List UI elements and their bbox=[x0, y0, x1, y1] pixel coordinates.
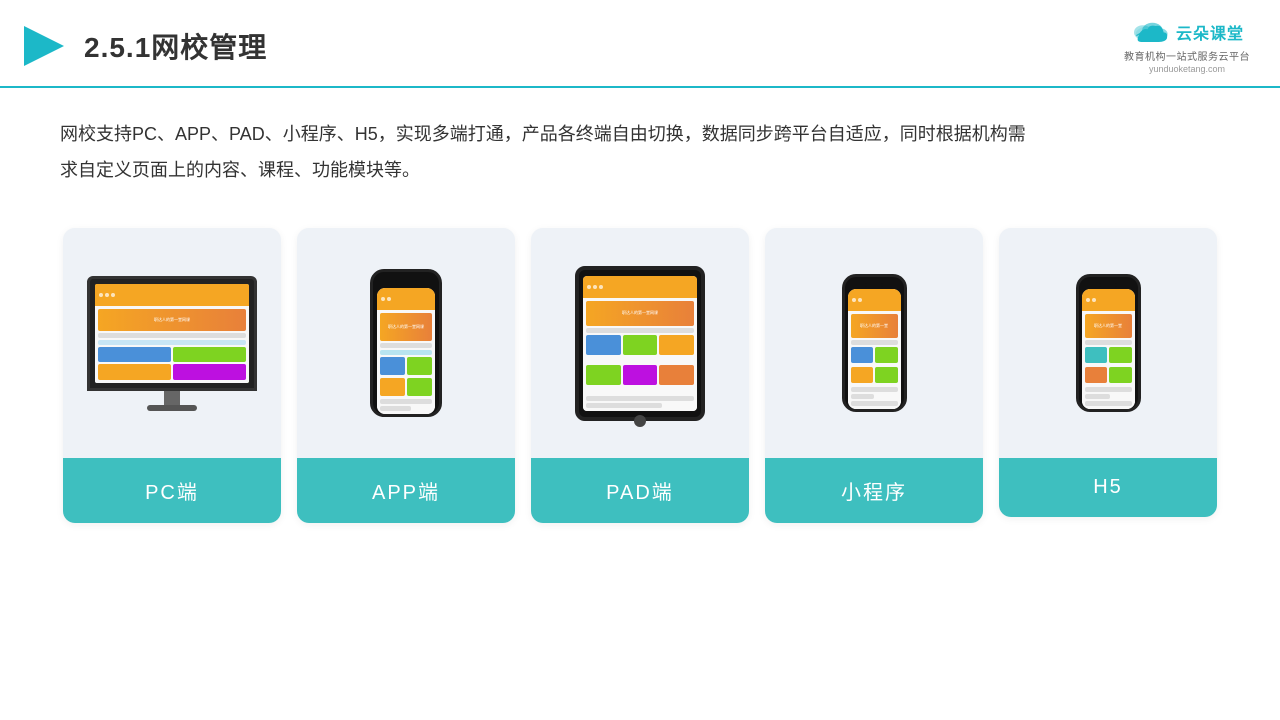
card-h5-image: 职达人的第一堂 bbox=[999, 228, 1217, 458]
cloud-icon bbox=[1130, 18, 1170, 46]
tablet-frame: 职达人的第一堂网课 bbox=[575, 266, 705, 421]
page-title: 2.5.1网校管理 bbox=[84, 26, 267, 66]
phone-small-screen-h5: 职达人的第一堂 bbox=[1082, 289, 1135, 409]
phone-small-notch-mp bbox=[865, 283, 883, 287]
card-miniprogram: 职达人的第一堂 bbox=[765, 228, 983, 523]
description-text: 网校支持PC、APP、PAD、小程序、H5，实现多端打通，产品各终端自由切换，数… bbox=[0, 88, 1100, 198]
logo-domain: yunduoketang.com bbox=[1149, 64, 1225, 74]
phone-small-screen-mp: 职达人的第一堂 bbox=[848, 289, 901, 409]
card-miniprogram-label: 小程序 bbox=[765, 458, 983, 523]
monitor-frame: 职达人的第一堂网课 bbox=[87, 276, 257, 391]
logo-cloud: 云朵课堂 bbox=[1130, 18, 1244, 46]
monitor-screen: 职达人的第一堂网课 bbox=[95, 284, 249, 383]
pc-monitor: 职达人的第一堂网课 bbox=[87, 276, 257, 411]
phone-small-h5: 职达人的第一堂 bbox=[1076, 274, 1141, 412]
phone-small-notch-h5 bbox=[1099, 283, 1117, 287]
tablet-screen: 职达人的第一堂网课 bbox=[583, 276, 697, 411]
phone-screen-app: 职达人的第一堂网课 bbox=[377, 288, 435, 414]
card-app-label: APP端 bbox=[297, 458, 515, 523]
header: 2.5.1网校管理 云朵课堂 教育机构一站式服务云平台 yunduoketang… bbox=[0, 0, 1280, 88]
card-app: 职达人的第一堂网课 bbox=[297, 228, 515, 523]
card-h5-label: H5 bbox=[999, 458, 1217, 517]
monitor-stand-neck bbox=[164, 391, 180, 405]
card-pc-image: 职达人的第一堂网课 bbox=[63, 228, 281, 458]
tablet-home-btn bbox=[634, 415, 646, 427]
card-app-image: 职达人的第一堂网课 bbox=[297, 228, 515, 458]
card-pc: 职达人的第一堂网课 bbox=[63, 228, 281, 523]
phone-small-miniprogram: 职达人的第一堂 bbox=[842, 274, 907, 412]
logo-sub: 教育机构一站式服务云平台 bbox=[1124, 48, 1250, 63]
card-pc-label: PC端 bbox=[63, 458, 281, 523]
phone-notch-app bbox=[395, 280, 417, 285]
card-pad-image: 职达人的第一堂网课 bbox=[531, 228, 749, 458]
cards-container: 职达人的第一堂网课 bbox=[0, 198, 1280, 553]
card-pad: 职达人的第一堂网课 bbox=[531, 228, 749, 523]
play-icon bbox=[20, 22, 68, 70]
card-pad-label: PAD端 bbox=[531, 458, 749, 523]
card-miniprogram-image: 职达人的第一堂 bbox=[765, 228, 983, 458]
logo-area: 云朵课堂 教育机构一站式服务云平台 yunduoketang.com bbox=[1124, 18, 1250, 74]
header-left: 2.5.1网校管理 bbox=[20, 22, 267, 70]
monitor-stand-base bbox=[147, 405, 197, 411]
phone-frame-app: 职达人的第一堂网课 bbox=[370, 269, 442, 417]
card-h5: 职达人的第一堂 bbox=[999, 228, 1217, 517]
logo-text: 云朵课堂 bbox=[1176, 20, 1244, 44]
